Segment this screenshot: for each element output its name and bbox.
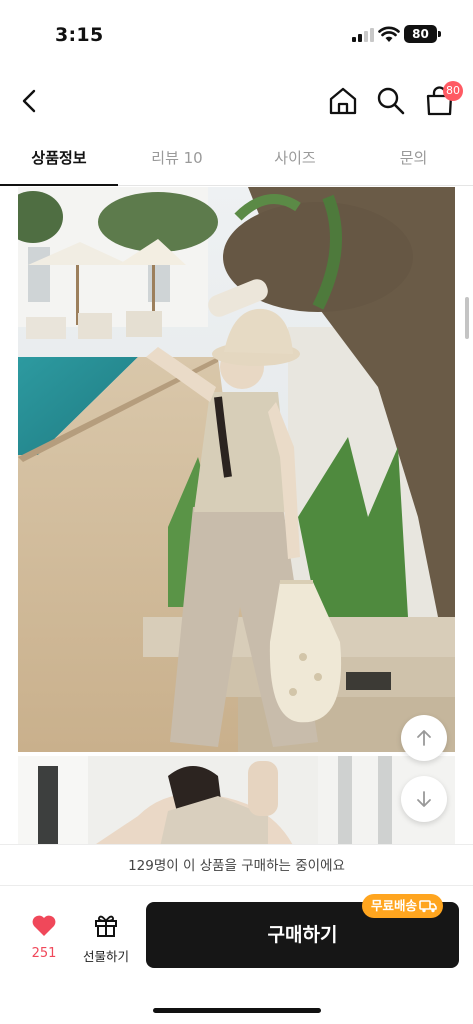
bottom-action-bar: 251 선물하기 구매하기 무료배송 — [0, 886, 473, 1024]
signal-icon — [352, 28, 374, 42]
purchase-activity-notice: 129명이 이 상품을 구매하는 중이에요 — [0, 844, 473, 886]
back-button[interactable] — [14, 84, 48, 118]
wifi-icon — [378, 26, 400, 42]
arrow-up-icon — [417, 730, 431, 746]
like-button[interactable]: 251 — [18, 914, 70, 961]
chevron-left-icon — [22, 89, 36, 113]
nav-bar — [0, 70, 473, 132]
truck-icon — [419, 900, 437, 913]
tab-reviews[interactable]: 리뷰 10 — [118, 134, 236, 186]
home-button[interactable] — [326, 84, 360, 118]
tab-indicator — [0, 184, 118, 186]
home-icon — [329, 87, 357, 115]
like-count: 251 — [31, 946, 57, 961]
gift-button[interactable]: 선물하기 — [74, 912, 138, 965]
status-time: 3:15 — [55, 24, 104, 46]
tab-product-info[interactable]: 상품정보 — [0, 134, 118, 186]
battery-tip — [438, 31, 441, 37]
search-icon — [377, 87, 405, 115]
free-shipping-badge: 무료배송 — [362, 894, 444, 918]
gift-label: 선물하기 — [82, 949, 129, 964]
home-indicator — [153, 1008, 321, 1013]
free-shipping-label: 무료배송 — [371, 898, 418, 913]
cart-count-badge: 80 — [443, 81, 463, 101]
heart-icon — [32, 915, 56, 936]
gift-icon — [95, 915, 117, 937]
arrow-down-icon — [417, 791, 431, 807]
scroll-down-button[interactable] — [401, 776, 447, 822]
tab-inquiry[interactable]: 문의 — [354, 134, 473, 186]
tab-size[interactable]: 사이즈 — [236, 134, 354, 186]
status-bar: 3:15 80 — [0, 0, 473, 70]
product-photo-2 — [18, 756, 455, 844]
scroll-up-button[interactable] — [401, 715, 447, 761]
search-button[interactable] — [374, 84, 408, 118]
battery-indicator: 80 — [404, 25, 437, 43]
product-tabs: 상품정보 리뷰 10 사이즈 문의 — [0, 134, 473, 186]
product-photo — [18, 187, 455, 752]
scrollbar[interactable] — [465, 297, 469, 339]
product-detail-content[interactable] — [0, 187, 473, 844]
